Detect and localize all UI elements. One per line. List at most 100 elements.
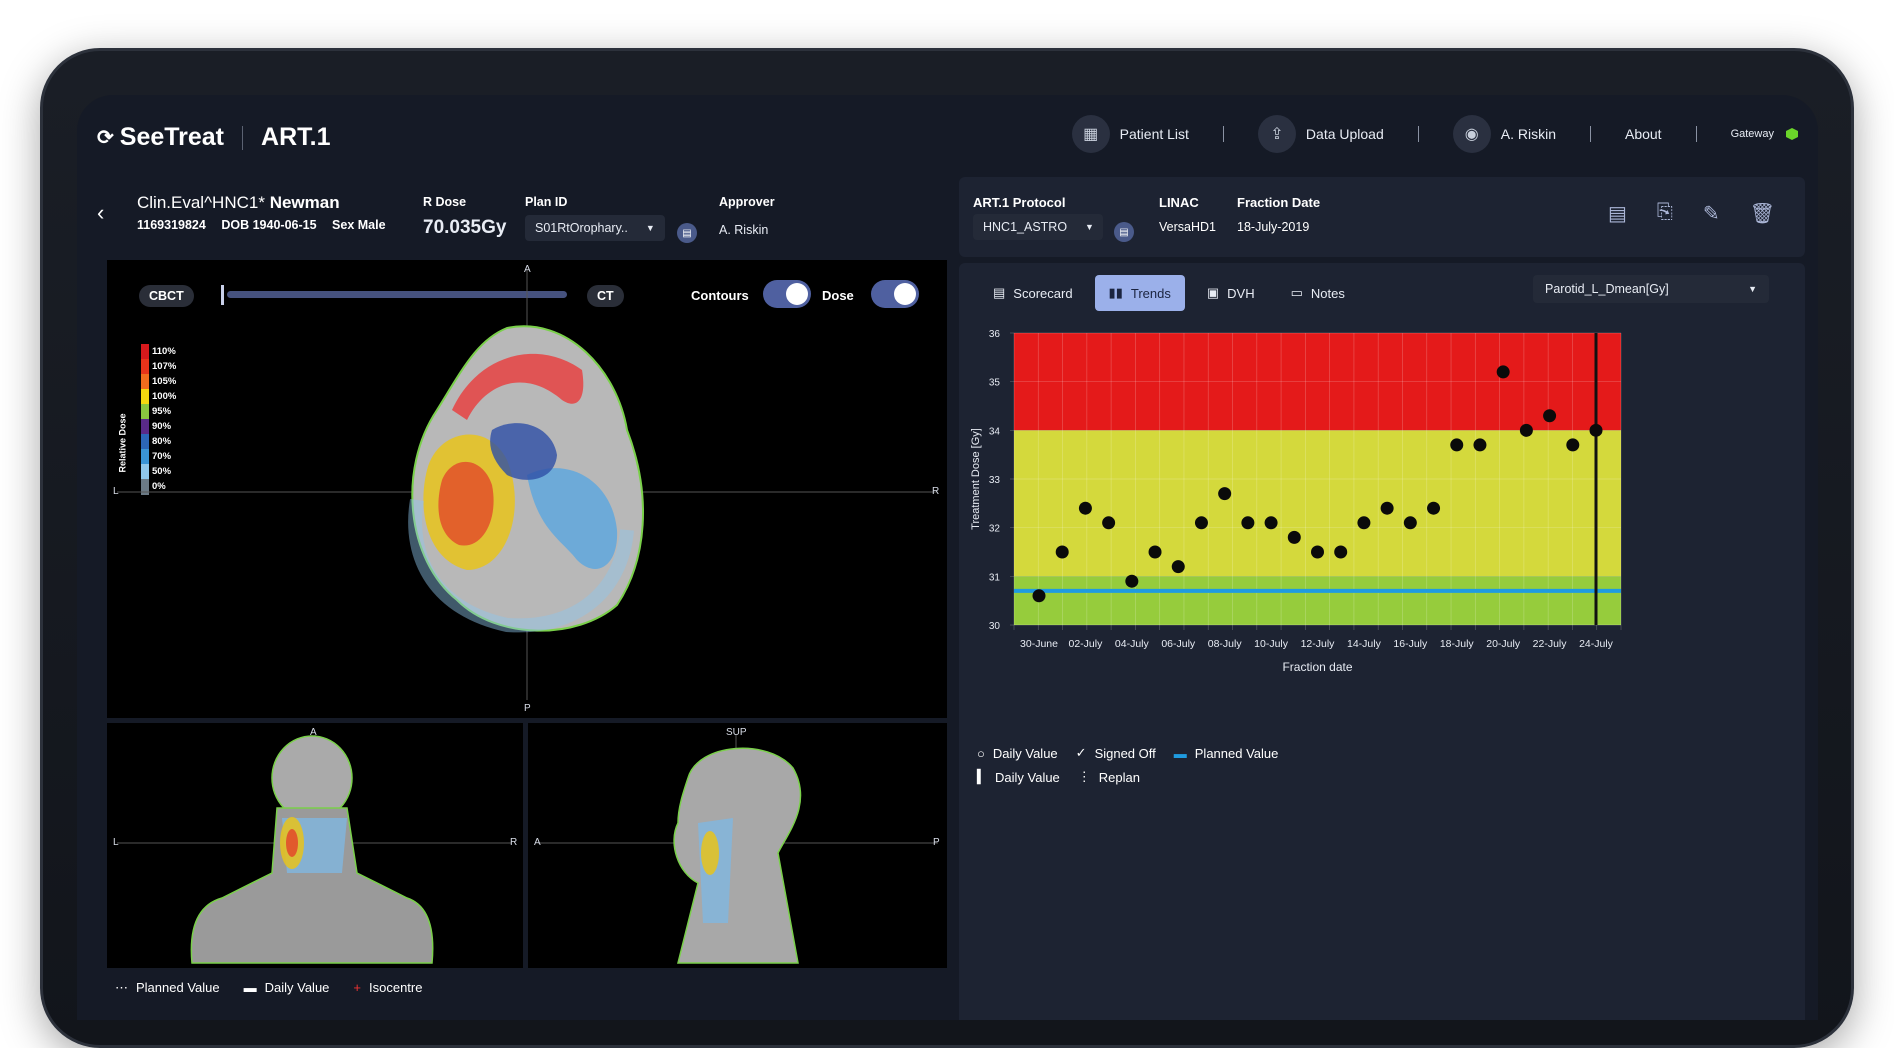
nav-user-label: A. Riskin	[1500, 126, 1556, 142]
brand-name: SeeTreat	[119, 123, 225, 151]
upload-icon: ⇪	[1257, 115, 1296, 153]
protocol-label: ART.1 Protocol	[973, 195, 1066, 210]
logo: ⟳ SeeTreat ART.1	[97, 123, 330, 152]
daily-value-point	[1589, 423, 1603, 437]
daily-value-point	[1125, 574, 1139, 588]
x-tick-label: 08-July	[1208, 638, 1243, 650]
coronal-viewer[interactable]: A L R	[107, 723, 523, 968]
sagittal-slice-image	[538, 735, 938, 964]
protocol-select[interactable]: HNC1_ASTRO ▼	[973, 214, 1103, 240]
patient-name-last: Newman	[269, 193, 340, 212]
trends-panel: ▤ Scorecard ▮▮ Trends ▣ DVH ▭ Notes Parotid_…	[959, 263, 1805, 1020]
rdose-field: R Dose 70.035Gy	[423, 195, 506, 239]
nav-divider	[1695, 126, 1697, 142]
gateway-status: Gateway	[1731, 128, 1798, 140]
isocentre-cross-icon: +	[353, 980, 361, 995]
patient-meta: 1169319824 DOB 1940-06-15 Sex Male	[137, 218, 386, 232]
y-axis-label: Treatment Dose [Gy]	[970, 428, 982, 530]
comment-icon: ▭	[1290, 285, 1303, 300]
axis-left-label: L	[113, 486, 119, 497]
open-circle-icon: ○	[977, 745, 985, 761]
patient-header: ‹ Clin.Eval^HNC1* Newman 1169319824 DOB …	[77, 185, 947, 255]
linac-field: LINAC VersaHD1	[1159, 195, 1216, 234]
nav-divider	[1417, 126, 1419, 142]
daily-value-point	[1357, 516, 1371, 530]
protocol-value: HNC1_ASTRO	[983, 220, 1068, 234]
nav-patient-list[interactable]: ▦ Patient List	[1071, 115, 1189, 153]
daily-value-point	[1171, 560, 1185, 574]
top-nav: ▦ Patient List ⇪ Data Upload ◉ A. Riskin…	[1071, 115, 1798, 153]
x-tick-label: 02-July	[1068, 638, 1103, 650]
legend-planned-label: Planned Value	[136, 980, 220, 995]
approver-value: A. Riskin	[719, 223, 769, 237]
tab-trends-label: Trends	[1130, 285, 1171, 301]
nav-patient-list-label: Patient List	[1119, 126, 1189, 142]
x-tick-label: 24-July	[1579, 638, 1614, 650]
app-screen: ⟳ SeeTreat ART.1 ▦ Patient List ⇪ Data U…	[77, 95, 1818, 1020]
axis-superior-label: SUP	[726, 727, 747, 738]
metric-select[interactable]: Parotid_L_Dmean[Gy] ▼	[1533, 275, 1769, 303]
back-chevron-icon[interactable]: ‹	[97, 200, 104, 226]
plan-field: Plan ID S01RtOrophary.. ▼	[525, 195, 665, 241]
nav-data-upload-label: Data Upload	[1305, 126, 1384, 142]
axis-posterior-label: P	[524, 703, 531, 714]
delete-icon[interactable]: 🗑	[1750, 201, 1775, 226]
dob-label: DOB	[221, 218, 250, 232]
trend-chart[interactable]: 30 31 32 33 34 35 36 30-June 02-July 04-July 06-Ju…	[959, 303, 1805, 743]
x-tick-label: 30-June	[1020, 638, 1058, 650]
y-tick-label: 30	[989, 621, 1001, 632]
x-tick-label: 06-July	[1161, 638, 1196, 650]
coronal-slice-image	[117, 735, 512, 964]
legend-isocentre: + Isocentre	[353, 980, 422, 996]
daily-value-point	[1148, 545, 1162, 559]
axial-viewer[interactable]: CBCT CT Contours Dose 110% 107% 105% 100% 95…	[107, 260, 947, 718]
sign-off-icon[interactable]: ✎	[1703, 201, 1720, 226]
daily-value-point	[1055, 545, 1069, 559]
nav-divider	[1222, 126, 1224, 142]
daily-value-point	[1566, 438, 1580, 452]
scorecard-icon: ▤	[993, 285, 1006, 300]
linac-value: VersaHD1	[1159, 220, 1216, 234]
y-tick-label: 31	[989, 572, 1001, 583]
x-axis-label: Fraction date	[1282, 660, 1352, 674]
legend-daily: ▬ Daily Value	[244, 980, 330, 996]
sex-value: Male	[357, 218, 386, 232]
y-tick-label: 36	[989, 329, 1001, 340]
dob-value: 1940-06-15	[252, 218, 317, 232]
report-icon[interactable]: ▤	[1608, 201, 1627, 226]
protocol-bar: ART.1 Protocol HNC1_ASTRO ▼ ▤ LINAC Vers…	[959, 177, 1805, 257]
metric-value: Parotid_L_Dmean[Gy]	[1545, 282, 1669, 296]
x-tick-label: 20-July	[1486, 638, 1521, 650]
x-tick-label: 10-July	[1254, 638, 1289, 650]
protocol-field: ART.1 Protocol HNC1_ASTRO ▼	[973, 195, 1103, 240]
dropdown-caret-icon: ▼	[645, 223, 655, 233]
planned-line-icon: ▬	[1173, 745, 1187, 761]
export-file-icon[interactable]: ⎘	[1657, 201, 1673, 226]
daily-value-point	[1241, 516, 1255, 530]
x-tick-label: 04-July	[1115, 638, 1150, 650]
plan-label: Plan ID	[525, 195, 568, 209]
y-tick-label: 33	[989, 475, 1001, 486]
plan-document-icon[interactable]: ▤	[677, 223, 697, 243]
rdose-label: R Dose	[423, 195, 467, 209]
dropdown-caret-icon: ▼	[1085, 222, 1094, 232]
sagittal-viewer[interactable]: SUP A P	[528, 723, 947, 968]
daily-value-point	[1218, 487, 1232, 501]
daily-value-point	[1427, 501, 1441, 515]
dotted-line-icon: ⋯	[115, 980, 128, 995]
nav-data-upload[interactable]: ⇪ Data Upload	[1257, 115, 1384, 153]
chart-legend-row1: ○ Daily Value ✓ Signed Off ▬ Planned Val…	[977, 745, 1278, 761]
plan-select[interactable]: S01RtOrophary.. ▼	[525, 215, 665, 241]
legend-isocentre-label: Isocentre	[369, 980, 423, 995]
seetreat-logo-icon: ⟳	[97, 127, 114, 149]
nav-about[interactable]: About	[1625, 126, 1662, 142]
chart-zone	[1014, 576, 1621, 625]
daily-value-point	[1450, 438, 1464, 452]
protocol-document-icon[interactable]: ▤	[1114, 222, 1134, 242]
axis-anterior-label: A	[524, 264, 531, 275]
legend-daily-label: Daily Value	[264, 980, 330, 995]
nav-user[interactable]: ◉ A. Riskin	[1452, 115, 1556, 153]
axis-posterior-label: P	[933, 837, 940, 848]
x-tick-label: 18-July	[1440, 638, 1475, 650]
chart-legend-row2: ▍ Daily Value ⋮ Replan	[977, 769, 1140, 785]
